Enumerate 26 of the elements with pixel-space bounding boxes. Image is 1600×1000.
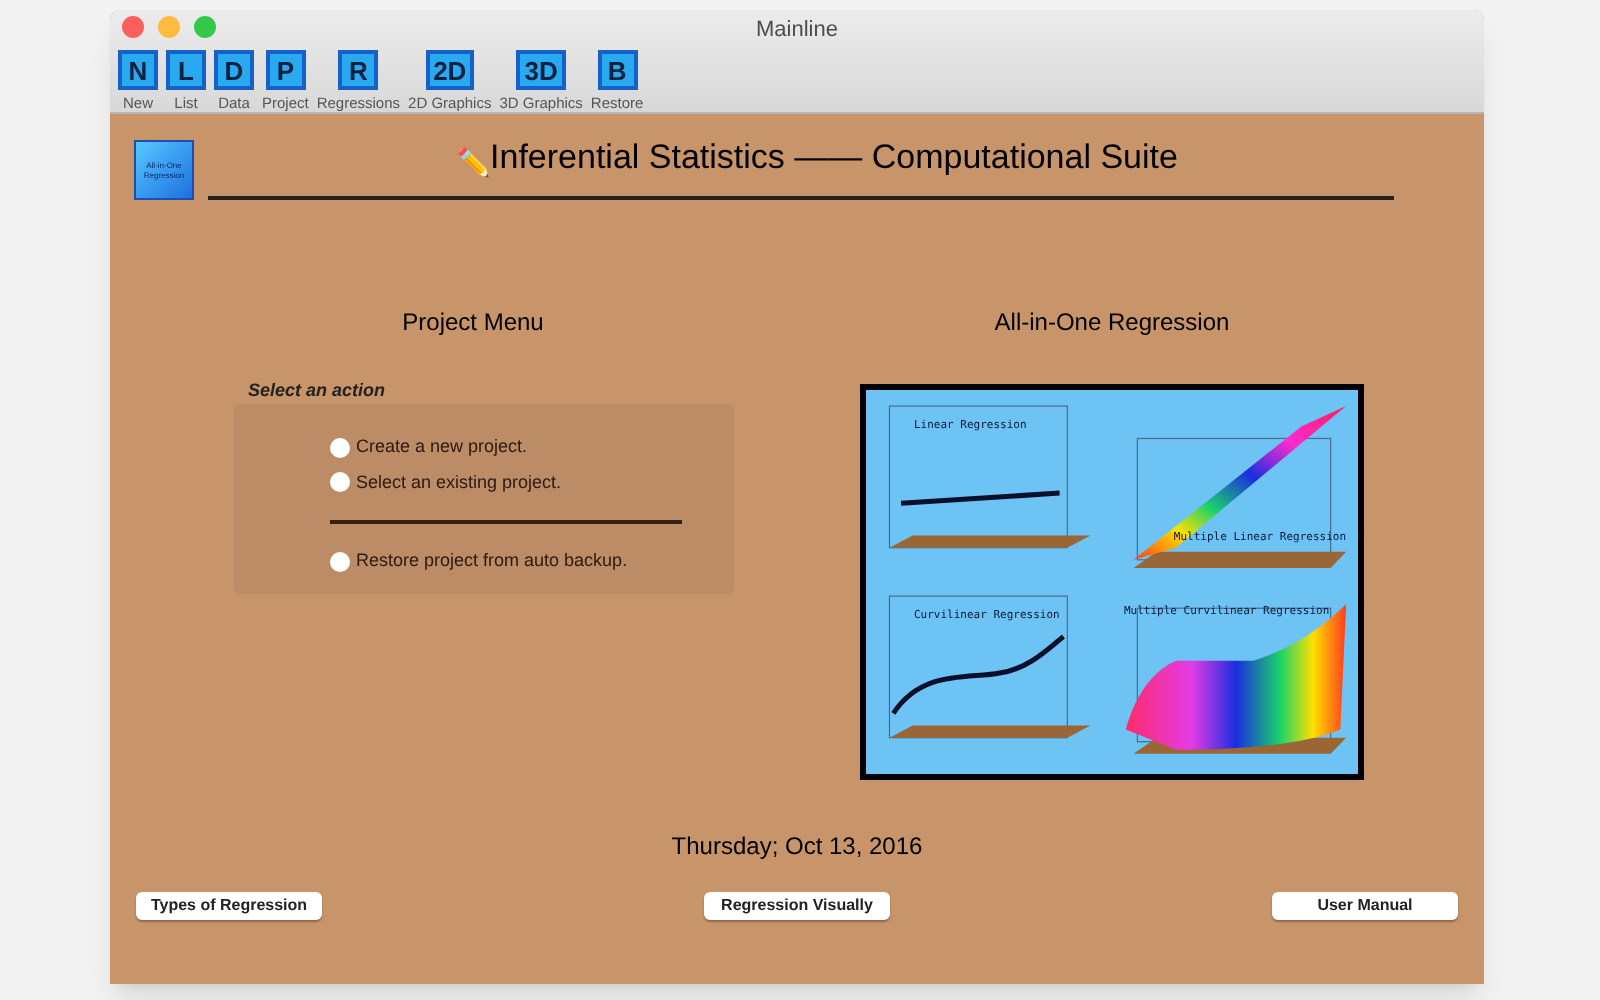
radio-button[interactable]	[330, 472, 350, 493]
radio-button[interactable]	[330, 437, 350, 458]
toolbar-icon: 2D	[425, 50, 475, 90]
radio-option[interactable]: Create a new project.	[330, 434, 734, 461]
caption: Select an action	[248, 377, 388, 403]
radio-option[interactable]: Select an existing project.	[330, 469, 734, 496]
action-button[interactable]: Types of Regression	[136, 891, 322, 919]
zoom-button[interactable]	[194, 16, 216, 38]
date-label: Thursday; Oct 13, 2016	[671, 829, 923, 863]
toolbar-icon: B	[597, 50, 638, 90]
action-button[interactable]: Regression Visually	[704, 891, 890, 919]
window-title: Mainline	[756, 15, 838, 46]
toolbar-icon: L	[166, 50, 206, 90]
toolbar-icon: N	[118, 50, 158, 90]
radio-option[interactable]: Restore project from auto backup.	[330, 548, 734, 575]
pencil-icon: ✏	[456, 141, 491, 183]
toolbar-icon: D	[214, 50, 254, 90]
toolbar-icon: P	[265, 50, 306, 90]
radio-button[interactable]	[330, 551, 350, 572]
page-title: Inferential Statistics —— Computational Suite	[490, 136, 1178, 180]
toolbar-icon: R	[338, 50, 379, 90]
close-button[interactable]	[122, 16, 144, 38]
section-title: All-in-One Regression	[994, 305, 1230, 339]
section-title: Project Menu	[400, 305, 546, 339]
action-button[interactable]: User Manual	[1272, 891, 1458, 919]
toolbar-icon: 3D	[516, 50, 566, 90]
